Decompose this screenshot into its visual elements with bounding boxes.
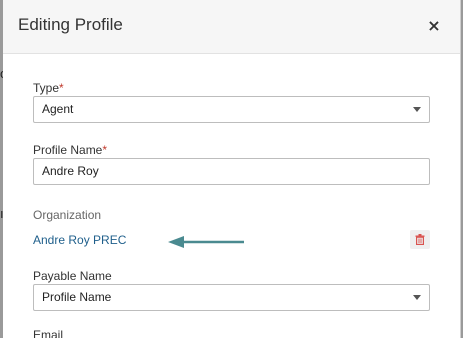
modal-header: Editing Profile × <box>3 0 460 54</box>
editing-profile-modal: Editing Profile × Type* Agent Profile Na… <box>3 0 461 338</box>
type-select[interactable]: Agent <box>33 96 430 123</box>
type-label-text: Type <box>33 81 60 95</box>
payable-name-select[interactable]: Profile Name <box>33 284 430 311</box>
remove-organization-button[interactable] <box>410 230 430 249</box>
organization-link[interactable]: Andre Roy PREC <box>33 233 126 247</box>
email-label: Email <box>33 328 64 338</box>
trash-icon <box>415 234 425 245</box>
type-label: Type* <box>33 81 64 95</box>
profile-name-label-text: Profile Name <box>33 143 103 157</box>
chevron-down-icon <box>413 295 421 300</box>
payable-name-select-value: Profile Name <box>42 290 112 304</box>
profile-name-input[interactable]: Andre Roy <box>33 158 430 185</box>
type-select-value: Agent <box>42 102 74 116</box>
arrow-left-icon <box>168 236 244 248</box>
chevron-down-icon <box>413 107 421 112</box>
profile-name-input-value: Andre Roy <box>42 164 99 178</box>
modal-title: Editing Profile <box>18 15 123 34</box>
payable-name-label: Payable Name <box>33 269 112 283</box>
profile-name-label: Profile Name* <box>33 143 107 157</box>
organization-label: Organization <box>33 208 102 222</box>
required-marker: * <box>59 81 64 95</box>
required-marker: * <box>102 143 108 157</box>
close-button[interactable]: × <box>425 15 443 37</box>
